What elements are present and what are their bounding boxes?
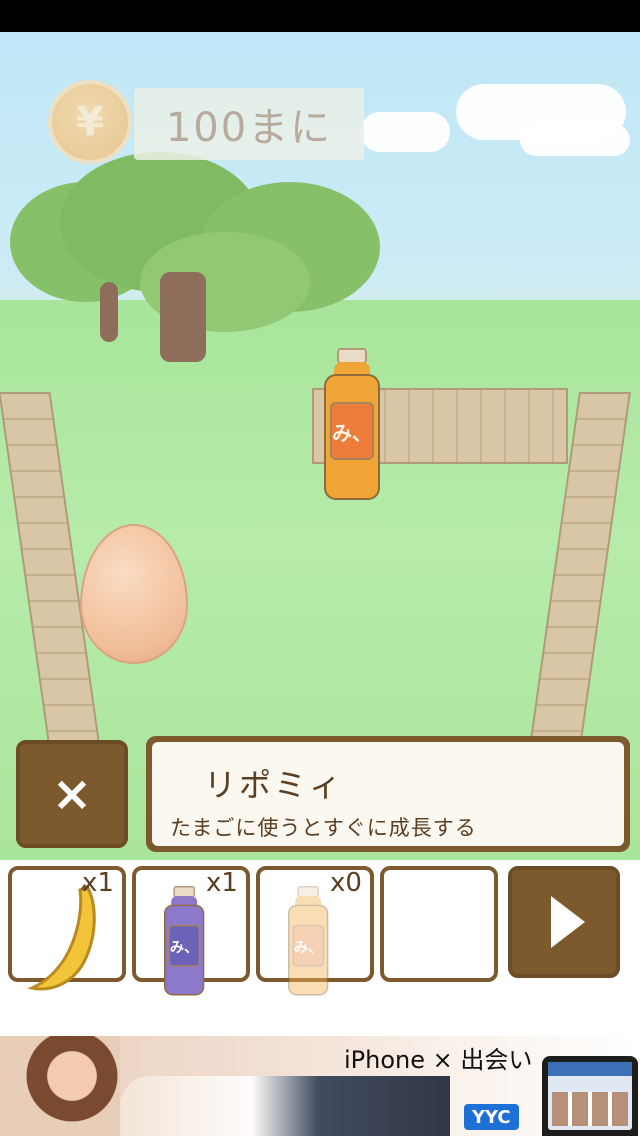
ad-headline: iPhone × 出会い — [344, 1046, 533, 1074]
banana-icon — [27, 884, 96, 991]
tree-trunk — [160, 272, 206, 362]
play-arrow-icon — [551, 896, 585, 948]
slot-count-banana: x1 — [82, 868, 114, 898]
cloud — [520, 124, 630, 156]
orange-drink-icon: み、 — [288, 886, 329, 997]
ad-photo — [0, 1036, 120, 1136]
status-bar — [0, 0, 640, 32]
item-info-panel: リポミィ たまごに使うとすぐに成長する — [146, 736, 630, 852]
slot-count-orange-drink: x0 — [330, 868, 362, 898]
slot-count-blue-drink: x1 — [206, 868, 238, 898]
cloud — [360, 112, 450, 152]
item-name: リポミィ — [204, 766, 345, 804]
bottle-label: み、 — [330, 402, 374, 460]
ad-logo: YYC — [464, 1104, 519, 1130]
goal-counter: 100まに — [134, 88, 364, 160]
goal-text: 100まに — [165, 105, 333, 151]
close-icon: × — [51, 766, 93, 822]
ad-image — [120, 1076, 450, 1136]
bottle-label: み、 — [292, 924, 324, 967]
phone-icon — [542, 1056, 638, 1136]
item-description: たまごに使うとすぐに成長する — [170, 816, 477, 840]
ad-banner[interactable]: iPhone × 出会い YYC — [0, 1036, 640, 1136]
tree-trunk — [100, 282, 118, 342]
close-button[interactable]: × — [16, 740, 128, 848]
inventory-slot-empty[interactable] — [380, 866, 498, 982]
blue-drink-icon: み、 — [164, 886, 205, 997]
orange-drink-bottle[interactable]: み、 — [324, 348, 380, 502]
bottle-label: み、 — [168, 924, 200, 967]
coin-icon: ¥ — [48, 80, 132, 164]
next-page-button[interactable] — [508, 866, 620, 978]
